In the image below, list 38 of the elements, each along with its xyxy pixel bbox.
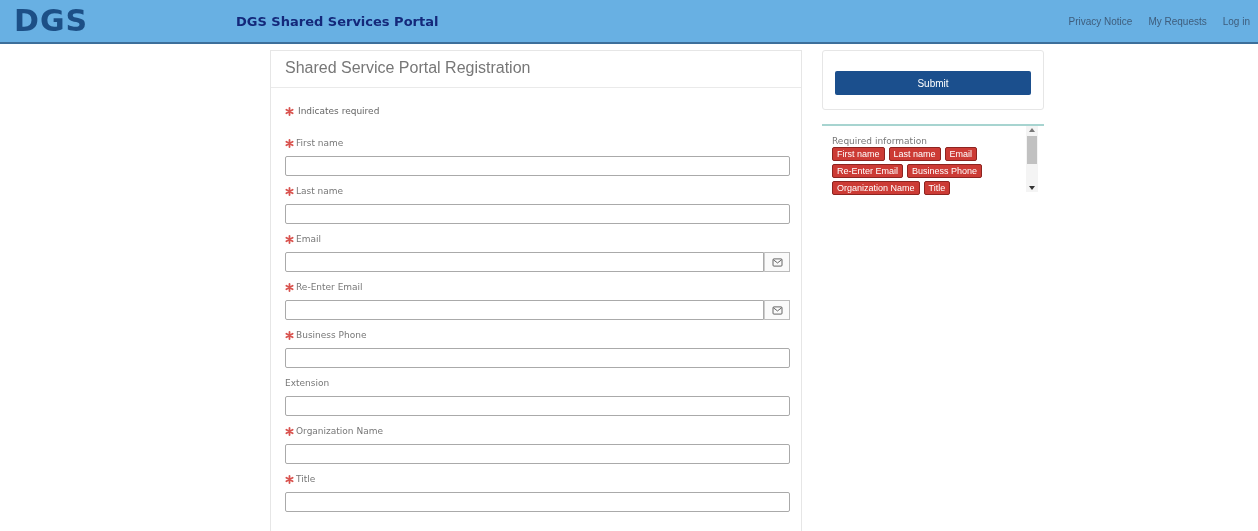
required-tag[interactable]: Title: [923, 181, 951, 195]
email-field[interactable]: [285, 252, 764, 272]
required-note: Indicates required: [298, 106, 380, 116]
envelope-icon: [764, 252, 790, 272]
nav-link[interactable]: Log in: [1222, 15, 1250, 27]
required-icon: [285, 106, 294, 116]
required-info-heading: Required information: [832, 136, 928, 146]
input-field[interactable]: [285, 444, 790, 464]
required-tag[interactable]: Email: [944, 147, 978, 161]
required-tag[interactable]: Re-Enter Email: [832, 164, 904, 178]
required-tag[interactable]: Business Phone: [907, 164, 983, 178]
field-label: Email: [296, 234, 321, 244]
field-label: Last name: [296, 186, 344, 196]
required-tag[interactable]: Organization Name: [832, 181, 920, 195]
field-label: Extension: [285, 378, 330, 388]
field-label: Title: [296, 474, 316, 484]
site-title: DGS Shared Services Portal: [236, 13, 440, 29]
scroll-down-icon[interactable]: [1028, 184, 1036, 192]
field-label: Re-Enter Email: [296, 282, 363, 292]
field-label: Business Phone: [296, 330, 367, 340]
input-field[interactable]: [285, 204, 790, 224]
field-label: First name: [296, 138, 344, 148]
scrollbar[interactable]: [1026, 126, 1038, 192]
input-field[interactable]: [285, 396, 790, 416]
input-field[interactable]: [285, 492, 790, 512]
scroll-up-icon[interactable]: [1028, 126, 1036, 134]
email-field[interactable]: [285, 300, 764, 320]
form-title: Shared Service Portal Registration: [285, 59, 532, 77]
required-tag[interactable]: First name: [832, 147, 885, 161]
required-tag[interactable]: Last name: [888, 147, 941, 161]
submit-button[interactable]: Submit: [835, 71, 1031, 95]
nav-link[interactable]: My Requests: [1148, 15, 1207, 27]
field-label: Organization Name: [296, 426, 383, 436]
envelope-icon: [764, 300, 790, 320]
input-field[interactable]: [285, 348, 790, 368]
nav-link[interactable]: Privacy Notice: [1068, 15, 1133, 27]
input-field[interactable]: [285, 156, 790, 176]
logo[interactable]: DGS: [14, 6, 236, 36]
